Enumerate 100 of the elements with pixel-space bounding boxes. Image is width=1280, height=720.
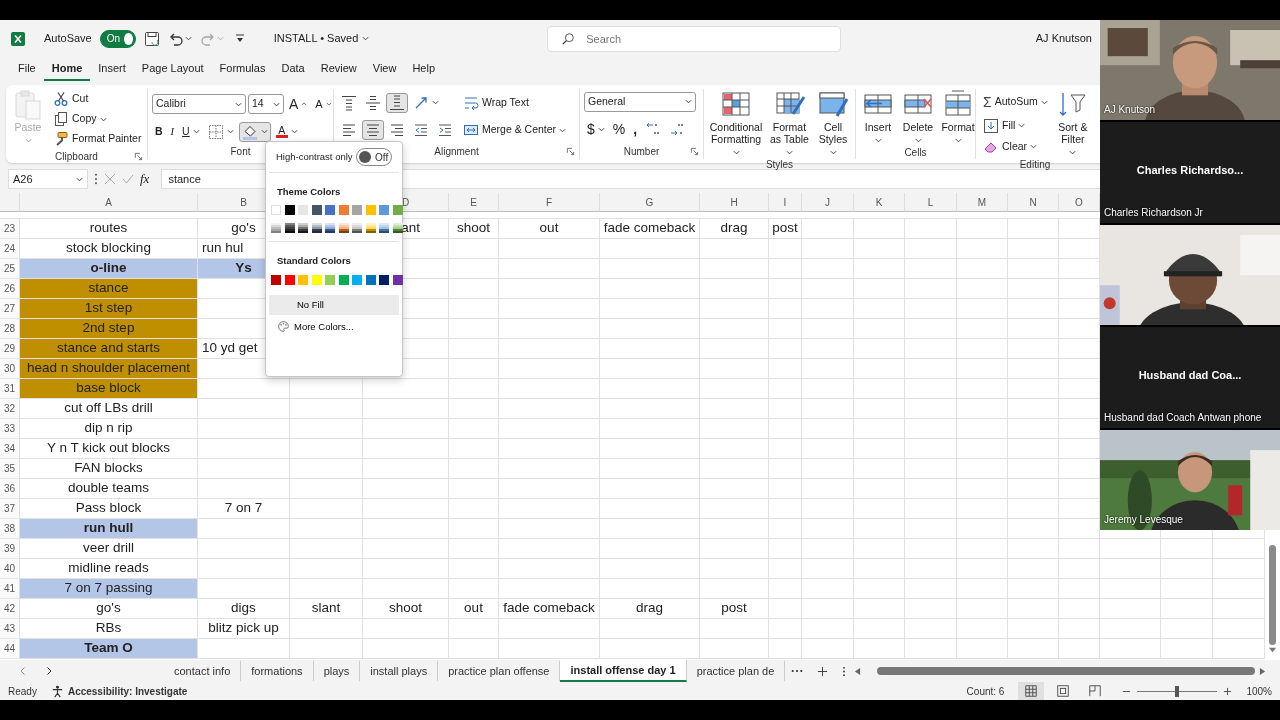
row-header[interactable]: 26: [0, 279, 20, 299]
column-header[interactable]: F: [499, 193, 600, 212]
group-label: Cells: [904, 146, 927, 161]
shaded-cell: 7 on 7 passing: [20, 579, 198, 599]
cell-value: out: [449, 599, 499, 619]
row-header[interactable]: 37: [0, 499, 20, 519]
cell-value: shoot: [449, 219, 499, 239]
currency-button[interactable]: $: [584, 116, 608, 142]
row-header[interactable]: 32: [0, 399, 20, 419]
clear-button[interactable]: Clear: [980, 136, 1041, 157]
row-header[interactable]: 27: [0, 299, 20, 319]
cell-value: out: [499, 219, 600, 239]
row-header[interactable]: 24: [0, 239, 20, 259]
row-header[interactable]: 30: [0, 359, 20, 379]
sort-button[interactable]: Sort & Filter: [1054, 89, 1091, 158]
cell-value: slant: [290, 599, 363, 619]
italic-button[interactable]: I: [167, 121, 178, 142]
percent-button[interactable]: %: [609, 116, 629, 142]
column-header[interactable]: L: [905, 193, 957, 212]
comma-style-button[interactable]: ,: [630, 116, 641, 142]
column-header[interactable]: J: [802, 193, 854, 212]
cut-button[interactable]: Cut: [50, 89, 92, 109]
count-text: Count: 6: [966, 684, 1005, 699]
autosum-button[interactable]: Σ AutoSum: [980, 89, 1051, 115]
copy-button[interactable]: Copy: [50, 109, 110, 129]
delete-button[interactable]: Delete: [900, 89, 936, 146]
painter-button[interactable]: Format Painter: [50, 129, 145, 149]
insert-button[interactable]: Insert: [860, 89, 896, 146]
row-header[interactable]: 44: [0, 639, 20, 659]
cond-button[interactable]: Conditional Formatting: [708, 89, 764, 158]
column-header[interactable]: M: [957, 193, 1008, 212]
shrink-font-button[interactable]: A: [312, 93, 335, 115]
row-header[interactable]: 36: [0, 479, 20, 499]
row-header[interactable]: 43: [0, 619, 20, 639]
sheet-tab[interactable]: practice plan de: [686, 660, 786, 682]
row-header[interactable]: 34: [0, 439, 20, 459]
menu-tab[interactable]: Review: [312, 57, 365, 82]
row-header[interactable]: 42: [0, 599, 20, 619]
high-contrast-toggle[interactable]: Off: [356, 148, 392, 166]
group-label: Font: [230, 145, 251, 159]
wrap-button[interactable]: Wrap Text: [460, 92, 532, 113]
accessibility-button[interactable]: Accessibility: Investigate: [50, 683, 188, 699]
font-dropdown[interactable]: Calibri: [152, 94, 246, 114]
no-fill-option[interactable]: No Fill: [269, 294, 399, 315]
column-header[interactable]: A: [20, 193, 198, 212]
row-header[interactable]: 41: [0, 579, 20, 599]
sheet-tab[interactable]: install offense day 1: [560, 659, 687, 683]
format-button[interactable]: Format: [940, 89, 976, 146]
column-header[interactable]: N: [1008, 193, 1059, 212]
search-field[interactable]: Search: [547, 25, 842, 52]
cell-value: FAN blocks: [20, 459, 198, 479]
menu-tab[interactable]: File: [10, 57, 44, 82]
name-box[interactable]: A26: [8, 169, 88, 189]
row-header[interactable]: 31: [0, 379, 20, 399]
column-header[interactable]: H: [700, 193, 769, 212]
cellstyles-button[interactable]: Cell Styles: [815, 89, 851, 158]
number-format-dropdown[interactable]: General: [584, 91, 696, 112]
sheet-tab[interactable]: contact info: [164, 660, 242, 682]
column-header[interactable]: I: [769, 193, 802, 212]
shaded-cell: run hull: [20, 519, 198, 539]
fillrow-button[interactable]: Fill: [980, 115, 1029, 136]
sheet-tab[interactable]: plays: [313, 660, 361, 682]
row-header[interactable]: 23: [0, 219, 20, 239]
autosave-toggle[interactable]: On: [99, 29, 136, 48]
menu-tab[interactable]: Data: [273, 57, 313, 82]
menu-tab[interactable]: Formulas: [211, 57, 274, 82]
column-header[interactable]: K: [854, 193, 905, 212]
table-button[interactable]: Format as Table: [768, 89, 811, 158]
menu-tab[interactable]: Help: [404, 57, 444, 82]
row-header[interactable]: 39: [0, 539, 20, 559]
menu-tab[interactable]: Home: [43, 57, 91, 82]
underline-button[interactable]: U: [179, 121, 203, 142]
column-header[interactable]: E: [449, 193, 499, 212]
merge-button[interactable]: Merge & Center: [460, 120, 570, 141]
row-header[interactable]: 38: [0, 519, 20, 539]
group-label: Alignment: [434, 145, 479, 159]
menu-tab[interactable]: Page Layout: [133, 57, 212, 82]
row-header[interactable]: 33: [0, 419, 20, 439]
more-colors-option[interactable]: More Colors...: [269, 314, 362, 339]
cell-value: double teams: [20, 479, 198, 499]
row-header[interactable]: 40: [0, 559, 20, 579]
column-header[interactable]: G: [600, 193, 700, 212]
shaded-cell: 1st step: [20, 299, 198, 319]
row-header[interactable]: 29: [0, 339, 20, 359]
sheet-tab[interactable]: install plays: [360, 660, 439, 682]
menu-tab[interactable]: Insert: [90, 57, 134, 82]
insert-function-button[interactable]: fx: [140, 169, 150, 189]
zoom-level: 100%: [1246, 684, 1272, 699]
row-header[interactable]: 25: [0, 259, 20, 279]
row-header[interactable]: 28: [0, 319, 20, 339]
menu-tab[interactable]: View: [364, 57, 405, 82]
grow-font-button[interactable]: A: [286, 91, 311, 117]
bold-button[interactable]: B: [152, 121, 166, 142]
document-title[interactable]: INSTALL • Saved: [273, 30, 359, 47]
user-name: AJ Knutson: [1035, 31, 1092, 47]
font-size-dropdown[interactable]: 14: [248, 94, 284, 114]
participant-label: Charles Richardson Jr: [1104, 205, 1203, 220]
font-color-button[interactable]: A: [272, 122, 301, 141]
sheet-tab[interactable]: formations: [241, 660, 314, 682]
row-header[interactable]: 35: [0, 459, 20, 479]
